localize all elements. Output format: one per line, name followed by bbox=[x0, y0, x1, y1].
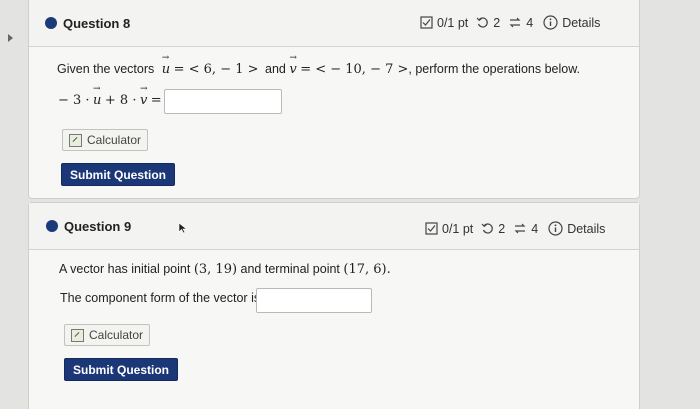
question-9-card: Question 9 0/1 pt 2 4 Details A vector h… bbox=[28, 202, 640, 409]
calculator-label: Calculator bbox=[89, 328, 144, 342]
submit-question-button[interactable]: Submit Question bbox=[64, 358, 178, 381]
question-9-prompt: A vector has initial point (3, 19) and t… bbox=[59, 262, 391, 277]
prompt-text-end: , perform the operations below. bbox=[408, 62, 581, 76]
vector-v-symbol-expr: v → bbox=[139, 84, 148, 108]
question-title: Question 9 bbox=[64, 219, 132, 234]
attempts-count: 2 bbox=[493, 15, 501, 30]
calculator-icon bbox=[71, 328, 84, 342]
vector-u-value: = < 6, − 1 > bbox=[173, 62, 259, 77]
question-dot-icon bbox=[46, 220, 58, 232]
score-text: 0/1 pt bbox=[442, 221, 474, 236]
vector-u-symbol: u → bbox=[161, 53, 171, 77]
and-text: and bbox=[265, 62, 286, 76]
expand-arrow-icon[interactable] bbox=[8, 34, 13, 42]
question-8-header: Question 8 0/1 pt 2 4 Details bbox=[29, 0, 639, 47]
expression-part-b: + 8 · bbox=[104, 93, 137, 108]
calculator-label: Calculator bbox=[87, 133, 142, 147]
retry-icon bbox=[476, 17, 489, 28]
component-answer-input[interactable] bbox=[256, 288, 372, 313]
initial-point: (3, 19) bbox=[193, 262, 238, 277]
question-dot-icon bbox=[45, 17, 57, 29]
prompt-period: . bbox=[386, 262, 391, 277]
score-icon bbox=[425, 222, 438, 235]
calculator-button[interactable]: Calculator bbox=[64, 324, 151, 346]
details-link[interactable]: Details bbox=[562, 16, 600, 30]
tries-count: 4 bbox=[531, 221, 539, 236]
prompt-text: A vector has initial point bbox=[59, 262, 191, 276]
answer-input[interactable] bbox=[164, 89, 282, 114]
info-icon[interactable] bbox=[548, 221, 563, 236]
question-8-card: Question 8 0/1 pt 2 4 Details Given the … bbox=[28, 0, 640, 199]
vector-v-value: = < − 10, − 7 > bbox=[300, 62, 409, 77]
prompt-text-mid: and terminal point bbox=[240, 262, 340, 276]
expression-part-a: − 3 · bbox=[58, 93, 90, 108]
expression: − 3 · u → + 8 · v → = bbox=[58, 84, 162, 108]
question-meta: 0/1 pt 2 4 Details bbox=[420, 15, 600, 30]
question-9-header: Question 9 0/1 pt 2 4 Details bbox=[29, 203, 639, 250]
cursor-icon bbox=[178, 222, 188, 234]
expression-equals: = bbox=[150, 93, 162, 108]
details-link[interactable]: Details bbox=[567, 222, 605, 236]
score-icon bbox=[420, 16, 433, 29]
prompt-text: Given the vectors bbox=[57, 62, 155, 76]
score-text: 0/1 pt bbox=[437, 15, 469, 30]
tries-count: 4 bbox=[526, 15, 534, 30]
info-icon[interactable] bbox=[543, 15, 558, 30]
terminal-point: (17, 6) bbox=[343, 262, 387, 277]
calculator-button[interactable]: Calculator bbox=[62, 129, 149, 151]
calculator-icon bbox=[69, 133, 82, 147]
question-title: Question 8 bbox=[63, 16, 131, 31]
component-label: The component form of the vector is: bbox=[60, 291, 264, 305]
submit-question-button[interactable]: Submit Question bbox=[61, 163, 175, 186]
vector-v-symbol: v → bbox=[289, 53, 297, 77]
question-8-prompt: Given the vectors u → = < 6, − 1 > and v →… bbox=[57, 53, 581, 77]
retry-icon bbox=[481, 223, 494, 234]
vector-u-symbol-expr: u → bbox=[93, 84, 102, 108]
tries-icon bbox=[509, 17, 521, 28]
question-meta: 0/1 pt 2 4 Details bbox=[425, 221, 605, 236]
attempts-count: 2 bbox=[498, 221, 506, 236]
tries-icon bbox=[514, 223, 526, 234]
